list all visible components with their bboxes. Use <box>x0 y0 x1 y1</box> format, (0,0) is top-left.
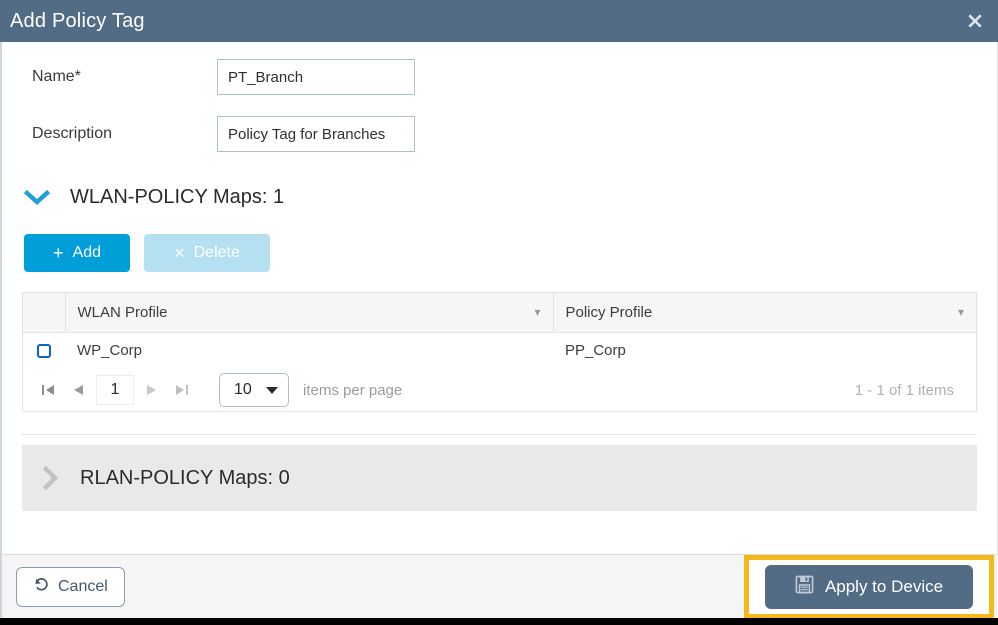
column-header-policy-profile[interactable]: Policy Profile ▾ <box>553 293 976 333</box>
apply-to-device-label: Apply to Device <box>824 577 944 596</box>
cell-policy-profile: PP_Corp <box>565 341 626 359</box>
delete-button[interactable]: × Delete <box>144 234 270 272</box>
chevron-right-icon[interactable] <box>34 465 68 491</box>
add-button-label: Add <box>72 244 101 261</box>
name-input[interactable] <box>217 59 415 95</box>
page-size-label: items per page <box>303 381 403 399</box>
dialog-titlebar: Add Policy Tag <box>0 0 998 42</box>
section-divider <box>22 434 977 435</box>
column-header-wlan-profile[interactable]: WLAN Profile ▾ <box>65 293 554 333</box>
chevron-down-icon <box>266 386 278 394</box>
add-policy-tag-dialog: Add Policy Tag Name* Description WLAN-PO… <box>0 0 998 618</box>
cell-wlan-profile: WP_Corp <box>77 341 143 359</box>
wlan-policy-table: WLAN Profile ▾ Policy Profile ▾ WP_Corp … <box>22 292 977 412</box>
close-x-icon: × <box>174 243 185 263</box>
bottom-black-strip <box>0 618 998 625</box>
apply-to-device-button[interactable]: Apply to Device <box>765 565 973 609</box>
page-number-input[interactable]: 1 <box>96 375 134 405</box>
description-input[interactable] <box>217 116 415 152</box>
row-select-cell[interactable] <box>23 332 65 368</box>
add-button[interactable]: + Add <box>24 234 130 272</box>
rlan-policy-section-title: RLAN-POLICY Maps: 0 <box>80 466 290 489</box>
chevron-down-icon[interactable]: ▾ <box>534 306 540 318</box>
delete-button-label: Delete <box>193 244 240 261</box>
wlan-table-toolbar: + Add × Delete <box>24 234 997 272</box>
close-icon[interactable] <box>964 10 986 32</box>
page-size-select[interactable]: 10 <box>219 373 289 407</box>
table-row[interactable]: WP_Corp PP_Corp <box>23 332 976 368</box>
cancel-button[interactable]: Cancel <box>16 566 125 607</box>
chevron-down-icon[interactable]: ▾ <box>958 306 964 318</box>
dialog-title: Add Policy Tag <box>10 9 145 32</box>
plus-icon: + <box>53 243 64 263</box>
chevron-down-icon[interactable] <box>24 189 58 205</box>
apply-button-highlight: Apply to Device <box>744 555 994 618</box>
table-header-row: WLAN Profile ▾ Policy Profile ▾ <box>23 293 976 333</box>
wlan-policy-section-title: WLAN-POLICY Maps: 1 <box>70 185 285 208</box>
dialog-footer: Cancel Apply to Device <box>0 554 998 618</box>
first-page-icon[interactable] <box>33 375 63 405</box>
select-all-header <box>23 293 66 333</box>
name-label: Name* <box>32 68 81 85</box>
cancel-button-label: Cancel <box>58 577 108 595</box>
rlan-policy-section-header[interactable]: RLAN-POLICY Maps: 0 <box>22 445 977 511</box>
page-size-value: 10 <box>234 381 252 398</box>
save-floppy-icon <box>795 575 814 599</box>
prev-page-icon[interactable] <box>63 375 93 405</box>
form-row-name: Name* <box>32 57 997 97</box>
description-label: Description <box>32 125 113 142</box>
wlan-policy-section-header[interactable]: WLAN-POLICY Maps: 1 <box>24 182 997 212</box>
last-page-icon[interactable] <box>167 375 197 405</box>
column-header-wlan-profile-label: WLAN Profile <box>77 303 168 321</box>
dialog-body: Name* Description WLAN-POLICY Maps: 1 + … <box>0 42 998 554</box>
form-row-description: Description <box>32 114 997 154</box>
row-checkbox[interactable] <box>37 343 51 358</box>
undo-icon <box>33 576 50 598</box>
items-count-label: 1 - 1 of 1 items <box>854 381 954 399</box>
next-page-icon[interactable] <box>137 375 167 405</box>
column-header-policy-profile-label: Policy Profile <box>565 303 653 321</box>
pagination-bar: 1 10 items per page 1 - 1 of 1 items <box>23 368 976 411</box>
